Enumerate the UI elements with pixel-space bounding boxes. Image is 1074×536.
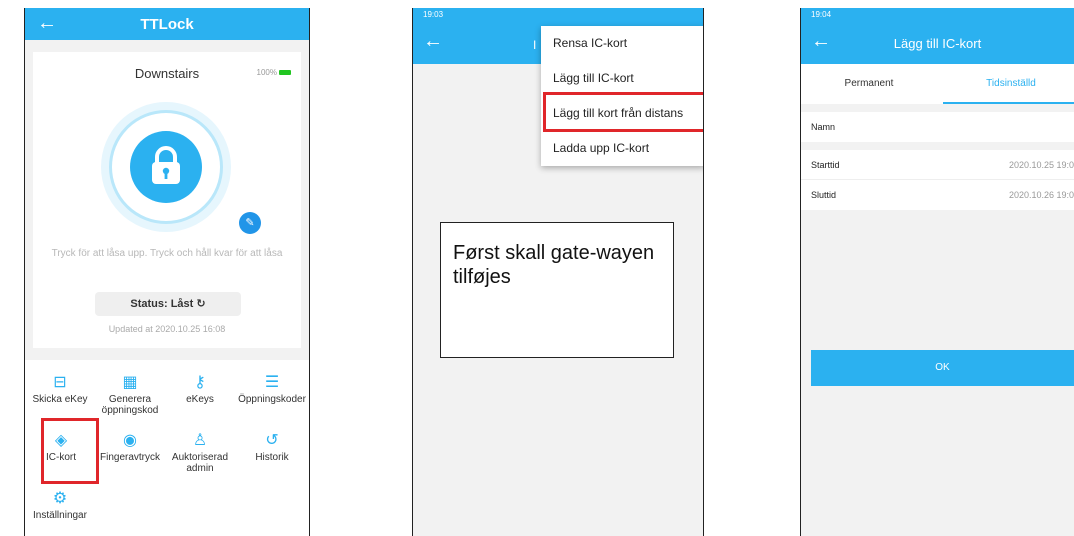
grid-label: Auktoriserad admin xyxy=(171,452,229,474)
clock: 19:04 xyxy=(811,10,832,19)
annotation-note: Først skall gate-wayen tilføjes xyxy=(440,222,674,358)
grid-item-settings[interactable]: ⚙ Inställningar xyxy=(25,490,95,521)
grid-label: eKeys xyxy=(186,394,214,405)
grid-label: Inställningar xyxy=(33,510,87,521)
grid-item-generate-code[interactable]: ▦ Generera öppningskod xyxy=(95,374,165,416)
grid-item-fingerprint[interactable]: ◉ Fingeravtryck xyxy=(95,432,165,463)
highlight-box-remote xyxy=(543,92,703,132)
ok-button[interactable]: OK xyxy=(811,350,1074,386)
refresh-icon[interactable]: ↻ xyxy=(196,298,205,310)
grid-item-admin[interactable]: ♙ Auktoriserad admin xyxy=(165,432,235,474)
grid-item-ekeys[interactable]: ⚷ eKeys xyxy=(165,374,235,405)
menu-item-add-ic-card[interactable]: Lägg till IC-kort xyxy=(541,61,703,96)
start-label: Starttid xyxy=(811,160,840,170)
phone-screen-add-ic-card: 19:04 ← Lägg till IC-kort Permanent Tids… xyxy=(800,8,1074,536)
padlock-icon xyxy=(152,146,180,184)
phone-screen-ic-menu: 19:03 ← I Rensa IC-kort Lägg till IC-kor… xyxy=(412,8,704,536)
status-text: Status: Låst xyxy=(130,298,194,310)
end-time-field[interactable]: Sluttid 2020.10.26 19:0 xyxy=(801,180,1074,210)
unlock-button[interactable] xyxy=(130,131,202,203)
menu-item-upload-ic-cards[interactable]: Ladda upp IC-kort xyxy=(541,131,703,166)
grid-item-passcodes[interactable]: ☰ Öppningskoder xyxy=(237,374,307,405)
status-badge[interactable]: Status: Låst ↻ xyxy=(95,292,241,316)
start-time-field[interactable]: Starttid 2020.10.25 19:0 xyxy=(801,150,1074,180)
tab-permanent[interactable]: Permanent xyxy=(801,64,937,104)
clock: 19:03 xyxy=(423,10,444,19)
screen-title: I xyxy=(533,38,537,52)
back-arrow-icon[interactable]: ← xyxy=(423,30,443,53)
end-label: Sluttid xyxy=(811,190,837,200)
menu-item-clear-ic-cards[interactable]: Rensa IC-kort xyxy=(541,26,703,61)
keys-icon: ⚷ xyxy=(194,374,206,391)
battery-indicator: 100% xyxy=(257,68,291,77)
remote-unlock-icon[interactable]: ✎ xyxy=(239,212,261,234)
tab-timed[interactable]: Tidsinställd xyxy=(943,64,1074,104)
settings-icon: ⚙ xyxy=(52,490,68,507)
name-field[interactable]: Namn xyxy=(801,112,1074,142)
top-bar: ← Lägg till IC-kort xyxy=(801,24,1074,64)
start-value: 2020.10.25 19:0 xyxy=(1008,160,1074,170)
ekey-send-icon: ⊟ xyxy=(53,374,67,391)
admin-icon: ♙ xyxy=(192,432,208,449)
grid-label: Skicka eKey xyxy=(32,394,88,405)
end-value: 2020.10.26 19:0 xyxy=(1008,190,1074,200)
grid-item-send-ekey[interactable]: ⊟ Skicka eKey xyxy=(25,374,95,405)
app-title: TTLock xyxy=(140,16,194,33)
history-icon: ↺ xyxy=(265,432,279,449)
phone-screen-lock: ← TTLock Downstairs 100% ✎ Tryck för att… xyxy=(24,8,310,536)
grid-item-history[interactable]: ↺ Historik xyxy=(237,432,307,463)
grid-label: Generera öppningskod xyxy=(101,394,159,416)
calculator-icon: ▦ xyxy=(122,374,138,391)
list-icon: ☰ xyxy=(264,374,280,391)
battery-level: 100% xyxy=(256,68,277,77)
tab-bar: Permanent Tidsinställd xyxy=(801,64,1074,104)
grid-label: Öppningskoder xyxy=(238,394,306,405)
grid-label: Fingeravtryck xyxy=(99,452,160,463)
lock-card: Downstairs 100% ✎ Tryck för att låsa upp… xyxy=(33,52,301,348)
fingerprint-icon: ◉ xyxy=(123,432,137,449)
battery-icon xyxy=(279,70,291,76)
active-tab-indicator xyxy=(943,102,1074,104)
screen-title: Lägg till IC-kort xyxy=(893,36,982,51)
grid-label: Historik xyxy=(255,452,289,463)
updated-timestamp: Updated at 2020.10.25 16:08 xyxy=(108,324,226,334)
unlock-hint: Tryck för att låsa upp. Tryck och håll k… xyxy=(51,248,283,259)
status-bar: 19:03 xyxy=(413,8,703,24)
status-bar: 19:04 xyxy=(801,8,1074,24)
top-bar: ← TTLock xyxy=(25,8,309,40)
highlight-box-ic-card xyxy=(41,418,99,484)
name-label: Namn xyxy=(811,122,836,132)
